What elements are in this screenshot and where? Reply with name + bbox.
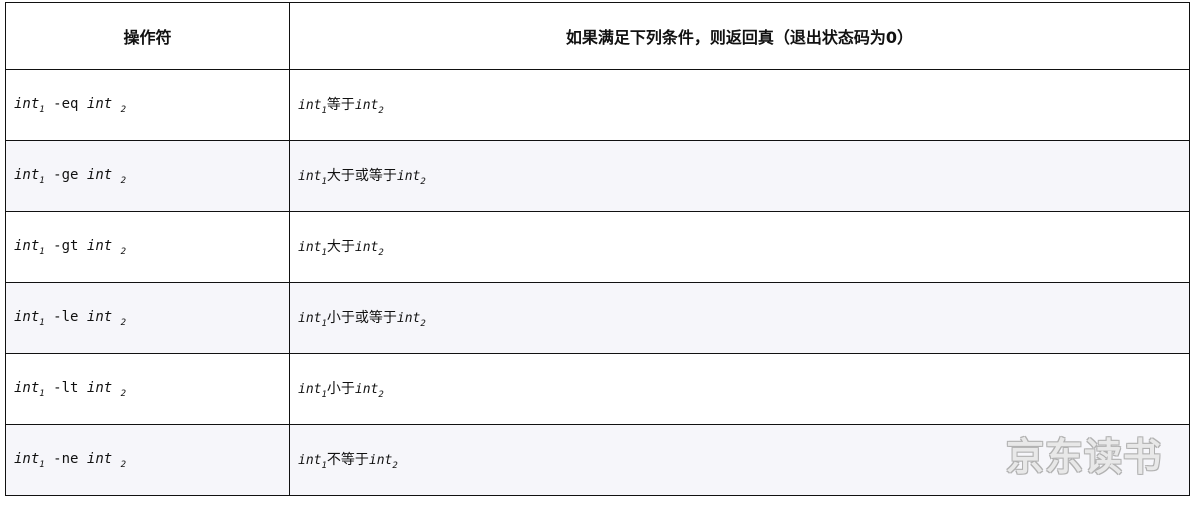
operand-2-subscript: 2 [120, 317, 127, 328]
operator-cell: int1 -ge int 2 [5, 140, 290, 212]
operand-2-subscript: 2 [120, 175, 127, 186]
table-row: int1 -le int 2 int1小于或等于int2 [5, 282, 1190, 354]
desc-operand-2-subscript: 2 [378, 248, 384, 258]
jd-read-watermark: 京东读书 [1005, 435, 1162, 479]
operand-1: int [14, 237, 40, 254]
condition-cell: int1小于或等于int2 [289, 282, 1190, 354]
operand-1-subscript: 1 [39, 388, 45, 399]
desc-operand-2: int [354, 98, 379, 113]
operator-flag: -ne [53, 450, 79, 467]
desc-operand-2-subscript: 2 [378, 106, 384, 116]
operator-cell: int1 -gt int 2 [5, 211, 290, 283]
condition-cell: int1小于int2 [289, 353, 1190, 425]
condition-cell: int1大于或等于int2 [289, 140, 1190, 212]
operand-1: int [14, 166, 40, 183]
operand-2-subscript: 2 [120, 388, 127, 399]
operator-cell: int1 -lt int 2 [5, 353, 290, 425]
operand-1: int [14, 450, 40, 467]
table-row: int1 -lt int 2 int1小于int2 [5, 353, 1190, 425]
table-header-row: 操作符 如果满足下列条件，则返回真（退出状态码为0） [5, 2, 1190, 70]
operand-1: int [14, 308, 40, 325]
desc-operand-1: int [298, 311, 322, 326]
operator-flag: -ge [53, 166, 79, 183]
operator-flag: -lt [53, 379, 79, 396]
operator-cell: int1 -eq int 2 [5, 69, 290, 141]
operand-1-subscript: 1 [39, 317, 45, 328]
desc-operand-1: int [298, 453, 322, 468]
operand-2-subscript: 2 [120, 104, 127, 115]
table-row: int1 -eq int 2 int1等于int2 [5, 69, 1190, 141]
desc-operand-2: int [354, 240, 379, 255]
condition-text: 等于 [326, 97, 355, 113]
desc-operand-1: int [298, 169, 322, 184]
desc-operand-2: int [354, 382, 379, 397]
operand-2: int [86, 237, 113, 254]
condition-cell: int1等于int2 [289, 69, 1190, 141]
operand-2: int [86, 379, 113, 396]
operand-2-subscript: 2 [120, 459, 127, 470]
desc-operand-1: int [298, 382, 322, 397]
operand-2: int [86, 95, 113, 112]
comparison-operators-table: 操作符 如果满足下列条件，则返回真（退出状态码为0） int1 -eq int … [5, 2, 1190, 496]
condition-cell: int1大于int2 [289, 211, 1190, 283]
desc-operand-2-subscript: 2 [420, 319, 426, 329]
operator-flag: -eq [53, 95, 79, 112]
operand-1-subscript: 1 [39, 175, 45, 186]
desc-operand-1: int [298, 240, 322, 255]
header-condition: 如果满足下列条件，则返回真（退出状态码为0） [289, 2, 1190, 70]
condition-text: 不等于 [326, 452, 369, 468]
operand-1-subscript: 1 [39, 104, 45, 115]
operand-1: int [14, 95, 40, 112]
condition-text: 小于或等于 [326, 310, 397, 326]
operand-2: int [86, 166, 113, 183]
operand-1-subscript: 1 [39, 459, 45, 470]
table-row: int1 -ge int 2 int1大于或等于int2 [5, 140, 1190, 212]
header-operator: 操作符 [5, 2, 290, 70]
desc-operand-2-subscript: 2 [378, 390, 384, 400]
operator-cell: int1 -ne int 2 [5, 424, 290, 496]
condition-text: 大于 [326, 239, 355, 255]
operand-2: int [86, 308, 113, 325]
desc-operand-2: int [396, 311, 421, 326]
operand-1-subscript: 1 [39, 246, 45, 257]
desc-operand-2: int [396, 169, 421, 184]
desc-operand-2: int [368, 453, 393, 468]
desc-operand-2-subscript: 2 [392, 461, 398, 471]
table-row: int1 -gt int 2 int1大于int2 [5, 211, 1190, 283]
desc-operand-2-subscript: 2 [420, 177, 426, 187]
operand-1: int [14, 379, 40, 396]
operator-cell: int1 -le int 2 [5, 282, 290, 354]
operator-flag: -le [53, 308, 79, 325]
operand-2: int [86, 450, 113, 467]
condition-text: 大于或等于 [326, 168, 397, 184]
operand-2-subscript: 2 [120, 246, 127, 257]
desc-operand-1: int [298, 98, 322, 113]
condition-text: 小于 [326, 381, 355, 397]
operator-flag: -gt [53, 237, 79, 254]
